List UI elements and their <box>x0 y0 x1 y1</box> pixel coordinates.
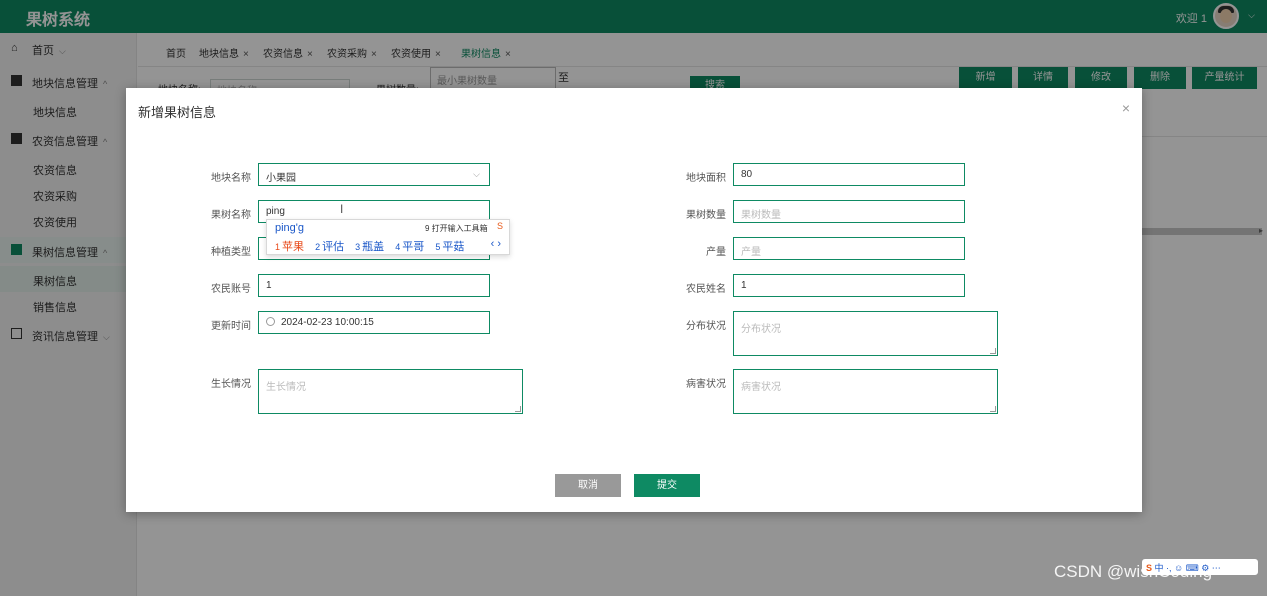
dialog-title: 新增果树信息 <box>138 105 217 120</box>
growth-label: 生长情况 <box>211 379 251 390</box>
distribution-textarea[interactable]: 分布状况 <box>733 311 998 356</box>
farmer-account-label: 农民账号 <box>211 284 251 295</box>
ime-candidate[interactable]: 4 平哥 <box>395 241 424 253</box>
ime-candidate-popup: ping'g 9 打开输入工具箱 S 1 苹果 2 评估 3 瓶盖 4 平哥 5 平菇 ‹… <box>266 219 510 255</box>
ime-candidate[interactable]: 1 苹果 <box>275 241 304 253</box>
ime-candidate[interactable]: 5 平菇 <box>435 241 464 253</box>
ime-status-tray[interactable]: S 中 ·, ☺ ⌨ ⚙ ⋯ <box>1142 559 1258 575</box>
ime-candidate[interactable]: 2 评估 <box>315 241 344 253</box>
disease-label: 病害状况 <box>686 379 726 390</box>
cancel-button[interactable]: 取消 <box>555 474 621 497</box>
chevron-right-icon[interactable]: ‹ › <box>491 238 501 250</box>
sogou-logo-icon: S <box>1146 563 1153 573</box>
chevron-down-icon: ⌵ <box>473 169 480 179</box>
plot-area-label: 地块面积 <box>686 173 726 184</box>
resize-grip-icon[interactable] <box>515 406 521 412</box>
farmer-name-input[interactable]: 1 <box>733 274 965 297</box>
plot-name-label: 地块名称 <box>211 173 251 184</box>
close-icon[interactable]: × <box>1122 100 1130 116</box>
yield-label: 产量 <box>706 247 726 258</box>
add-tree-dialog: 新增果树信息 × 地块名称 小果园 ⌵ 果树名称 ping I 种植类型 农民账… <box>126 88 1142 512</box>
resize-grip-icon[interactable] <box>990 348 996 354</box>
ime-candidate[interactable]: 3 瓶盖 <box>355 241 384 253</box>
ime-candidates: 1 苹果 2 评估 3 瓶盖 4 平哥 5 平菇 <box>275 238 472 254</box>
farmer-name-label: 农民姓名 <box>686 284 726 295</box>
tree-count-label: 果树数量 <box>686 210 726 221</box>
ime-toolbox-link[interactable]: 9 打开输入工具箱 <box>425 223 488 234</box>
ime-logo-icon: S <box>497 221 504 231</box>
plot-area-input[interactable]: 80 <box>733 163 965 186</box>
farmer-account-input[interactable]: 1 <box>258 274 490 297</box>
clock-icon <box>266 317 275 326</box>
tree-count-input[interactable]: 果树数量 <box>733 200 965 223</box>
distribution-label: 分布状况 <box>686 321 726 332</box>
yield-input[interactable]: 产量 <box>733 237 965 260</box>
disease-textarea[interactable]: 病害状况 <box>733 369 998 414</box>
resize-grip-icon[interactable] <box>990 406 996 412</box>
plot-name-select[interactable]: 小果园 ⌵ <box>258 163 490 186</box>
plant-type-label: 种植类型 <box>211 247 251 258</box>
ime-composition: ping'g <box>275 222 305 234</box>
growth-textarea[interactable]: 生长情况 <box>258 369 523 414</box>
update-time-label: 更新时间 <box>211 321 251 332</box>
submit-button[interactable]: 提交 <box>634 474 700 497</box>
update-time-picker[interactable]: 2024-02-23 10:00:15 <box>258 311 490 334</box>
text-cursor-icon: I <box>340 202 344 216</box>
tree-name-label: 果树名称 <box>211 210 251 221</box>
